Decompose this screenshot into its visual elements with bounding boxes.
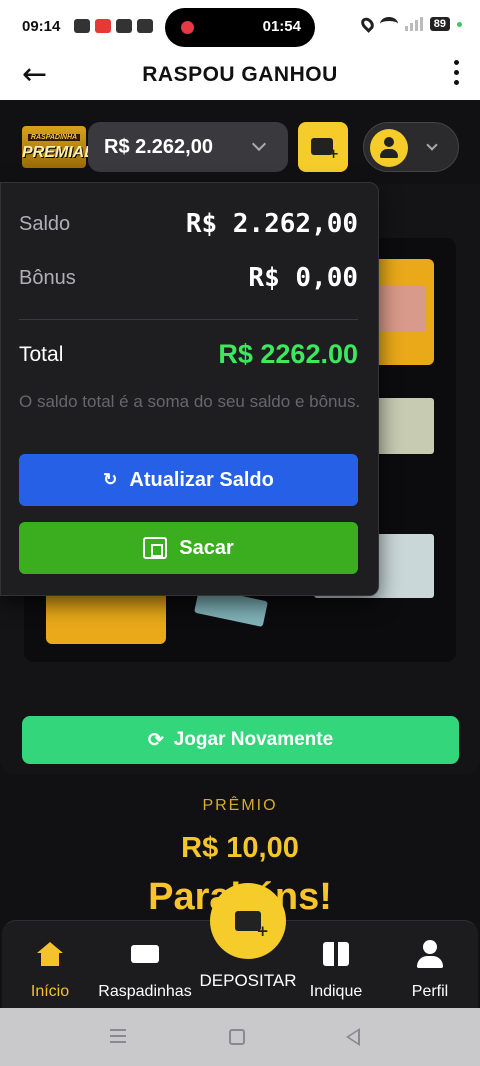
refresh-balance-label: Atualizar Saldo [129,468,274,491]
gift-icon [323,942,349,966]
nav-item-raspadinhas[interactable]: Raspadinhas [92,939,198,1001]
balance-dropdown-button[interactable]: R$ 2.262,00 [88,122,288,172]
status-time: 09:14 [22,18,61,35]
recording-time: 01:54 [262,18,301,35]
system-nav-bar [0,1008,480,1066]
home-icon [37,942,63,966]
wifi-icon [379,17,398,31]
user-icon [417,940,443,968]
notification-icon [137,19,153,33]
nav-item-perfil[interactable]: Perfil [400,939,460,1001]
nav-label: Perfil [411,983,449,1000]
privacy-dot-icon [457,21,462,27]
nav-item-depositar-label[interactable]: DEPOSITAR [196,971,300,991]
chevron-down-icon [251,136,267,152]
prize-label: PRÊMIO [202,797,278,814]
saldo-value: R$ 2.262,00 [185,209,358,239]
play-again-label: Jogar Novamente [173,729,334,750]
withdraw-button[interactable]: Sacar [19,522,358,574]
page-title: RASPOU GANHOU [142,63,338,86]
balance-note: O saldo total é a soma do seu saldo e bô… [19,392,361,411]
logo-main-text: PREMIADA [22,144,108,161]
logo-top-text: RASPADINHA [27,134,81,141]
withdraw-label: Sacar [179,536,234,559]
deposit-fab-button[interactable] [210,883,286,959]
notification-icons [74,19,153,33]
more-options-icon[interactable] [454,60,460,85]
user-menu-button[interactable] [363,122,459,172]
bonus-row: Bônus R$ 0,00 [19,263,358,293]
saldo-row: Saldo R$ 2.262,00 [19,209,358,239]
recent-apps-icon[interactable] [110,1029,126,1043]
total-row: Total R$ 2262.00 [19,339,358,370]
balance-value: R$ 2.262,00 [104,135,213,158]
ticket-icon [131,945,159,963]
avatar [370,129,408,167]
wallet-plus-icon [235,911,269,940]
deposit-button[interactable] [298,122,348,172]
nav-item-inicio[interactable]: Início [20,939,80,1001]
refresh-icon: ⟳ [147,729,164,751]
app-logo[interactable]: RASPADINHA PREMIADA [22,126,108,168]
saldo-label: Saldo [19,212,71,235]
refresh-balance-button[interactable]: ↻ Atualizar Saldo [19,454,358,506]
total-label: Total [19,342,64,366]
recording-dot-icon [181,21,194,34]
play-again-button[interactable]: ⟳ Jogar Novamente [22,716,459,764]
system-status-icons: 89 [358,15,462,33]
location-icon [358,15,377,33]
banknote-200-icon [376,398,434,454]
bonus-label: Bônus [19,266,76,289]
balance-dropdown-panel: Saldo R$ 2.262,00 Bônus R$ 0,00 Total R$… [0,182,379,596]
prize-value: R$ 10,00 [181,832,299,864]
home-square-icon[interactable] [229,1029,245,1045]
nav-item-indique[interactable]: Indique [304,939,368,1001]
nav-label: Início [30,983,70,1000]
bonus-value: R$ 0,00 [248,263,358,293]
notification-icon [116,19,132,33]
signal-icon [404,17,423,31]
wallet-plus-icon [311,138,339,162]
status-bar: 09:14 01:54 89 [0,0,480,54]
youtube-icon [95,19,111,33]
banknote-10-icon [376,286,426,332]
divider [19,319,358,320]
back-triangle-icon[interactable] [346,1028,360,1046]
total-value: R$ 2262.00 [218,339,358,369]
notification-icon [74,19,90,33]
refresh-icon: ↻ [103,470,118,489]
atm-icon [143,537,168,559]
app-bar: ← RASPOU GANHOU [0,54,480,100]
nav-label: Raspadinhas [98,983,192,1000]
battery-icon: 89 [429,17,450,31]
nav-label: Indique [309,983,363,1000]
screen-recording-pill[interactable]: 01:54 [165,8,315,47]
chevron-down-icon [426,139,438,151]
